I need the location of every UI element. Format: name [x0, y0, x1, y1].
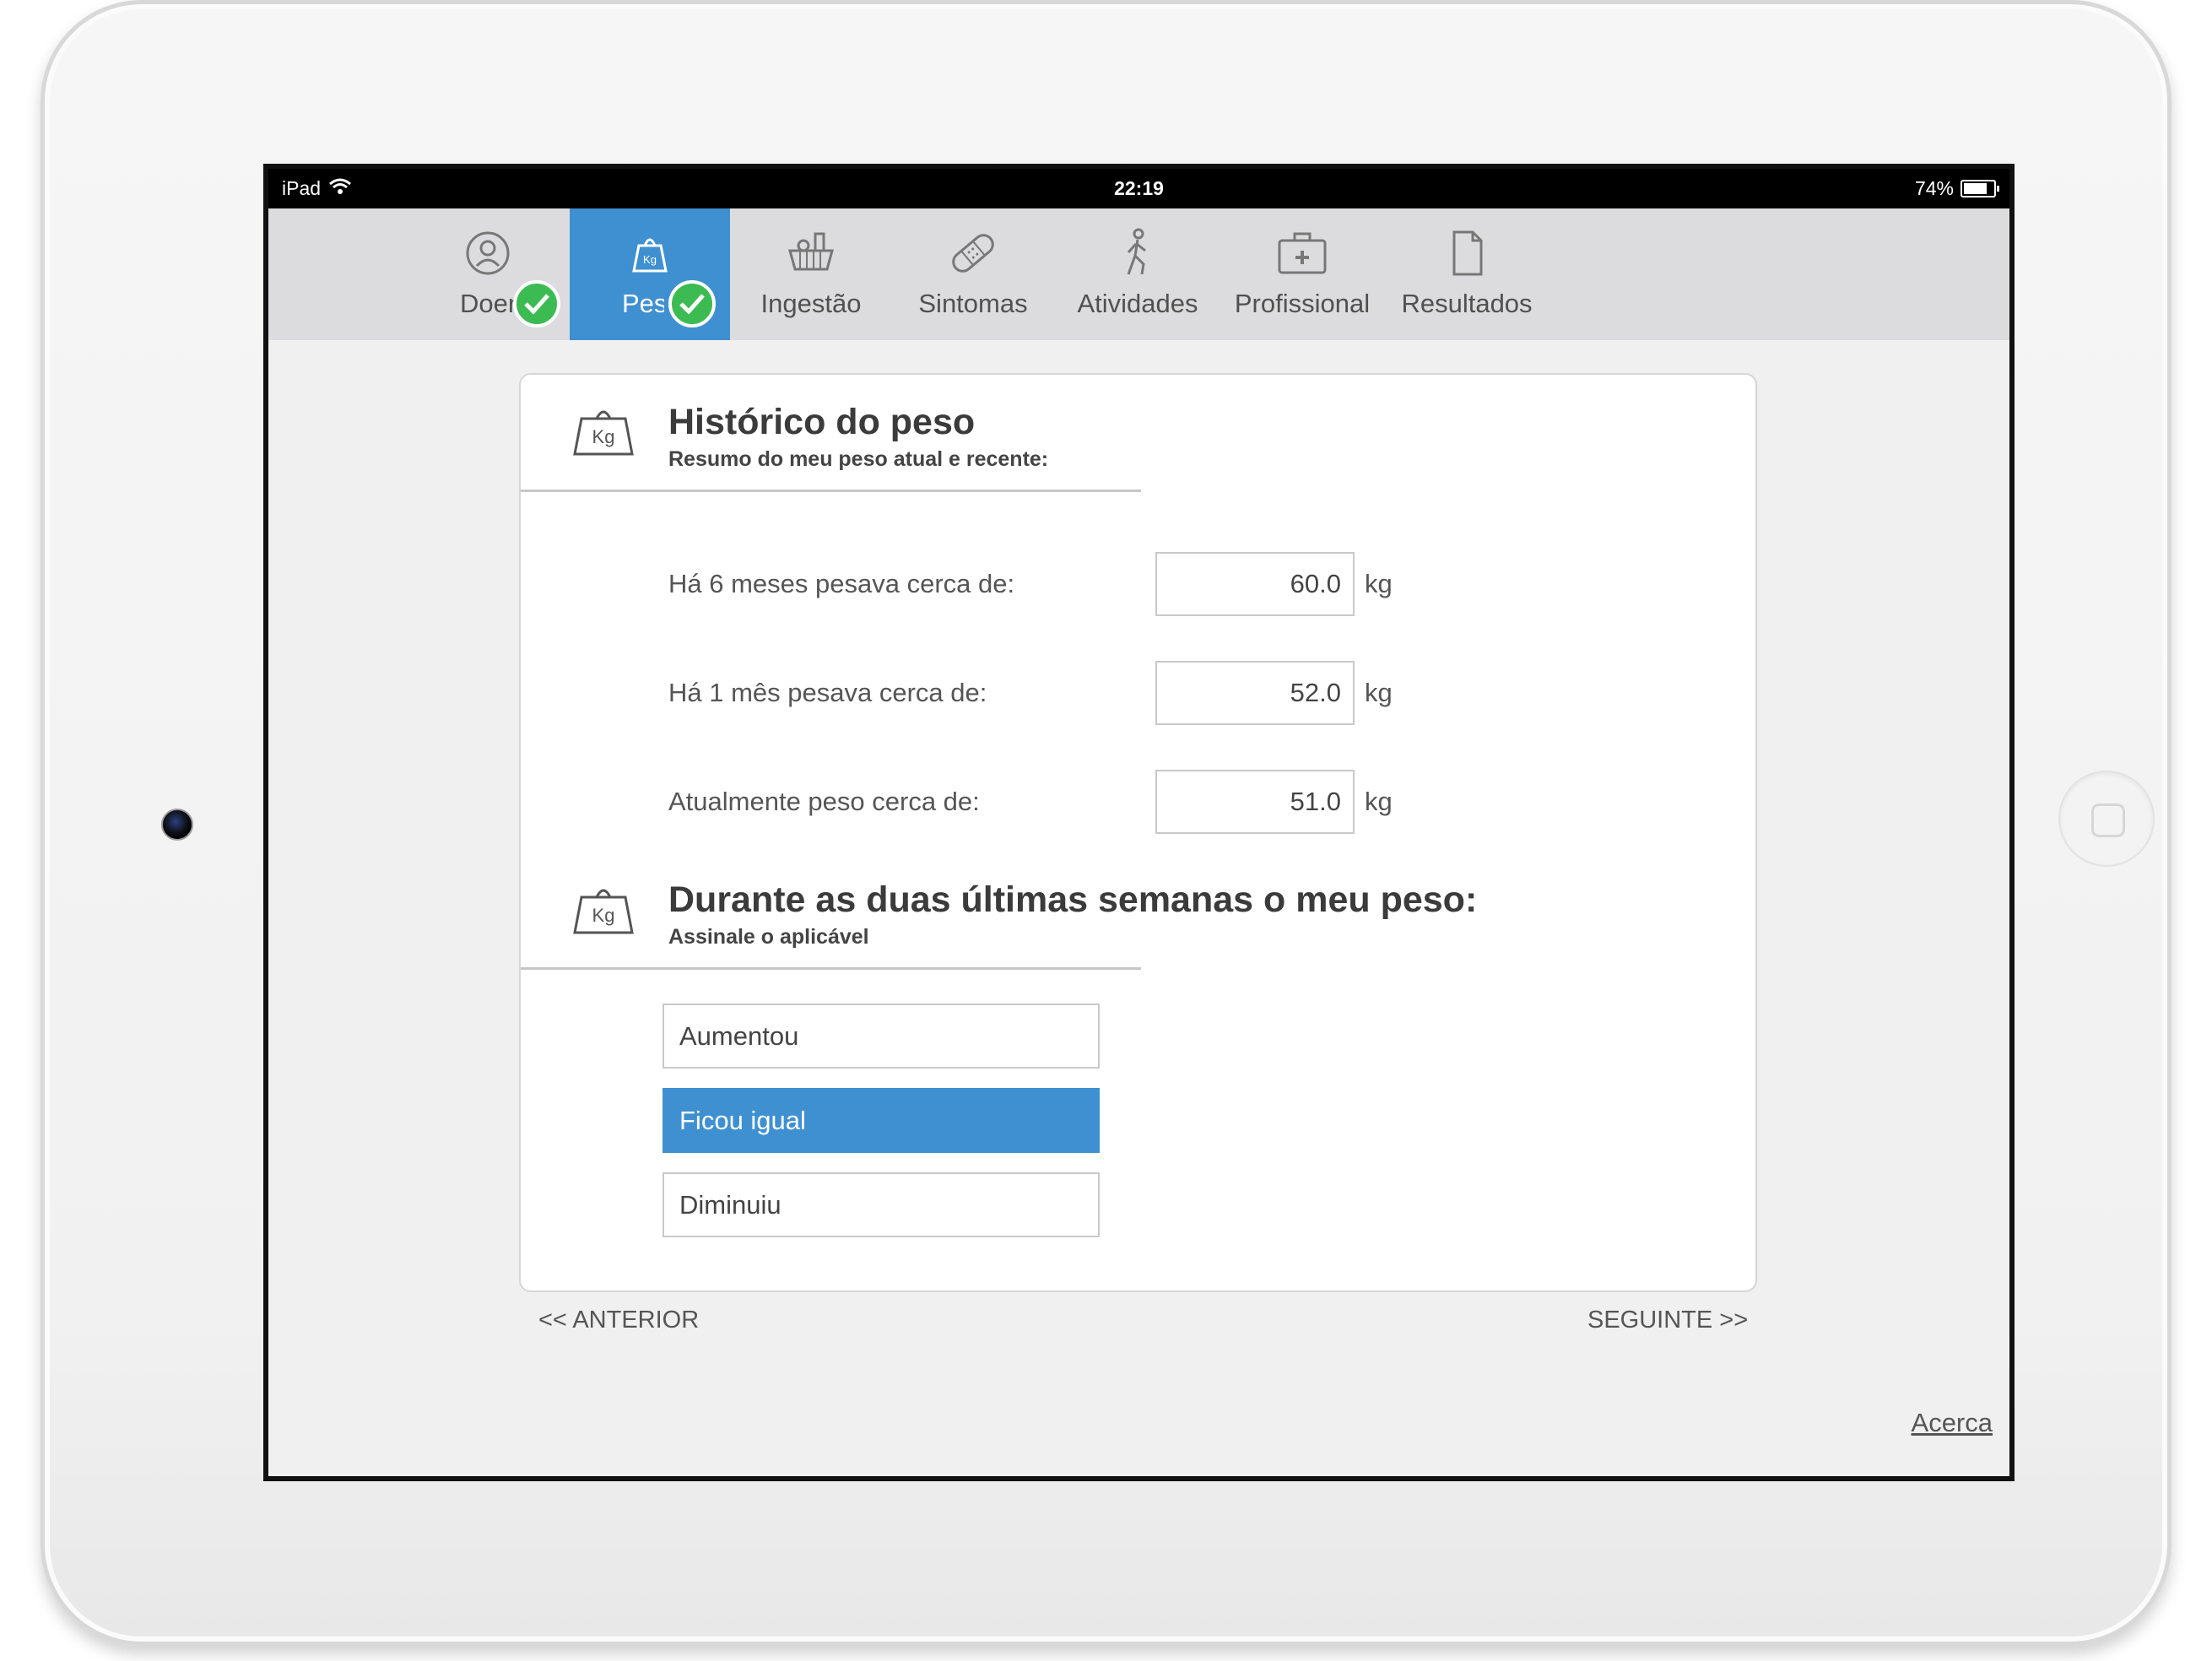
status-bar: iPad 22:19 74% [268, 169, 2009, 208]
tab-label: Ingestão [760, 289, 862, 318]
tab-resultados[interactable]: Resultados [1387, 208, 1547, 340]
tab-label: Profissional [1234, 289, 1371, 318]
weight-kg-icon: Kg [632, 238, 668, 273]
weight-card: Kg Histórico do peso Resumo do meu peso … [519, 373, 1757, 1292]
tab-ingestao[interactable]: Ingestão [731, 208, 891, 340]
section-subtitle-trend: Assinale o aplicável [668, 925, 869, 949]
home-button[interactable] [2058, 771, 2155, 867]
tab-label: Sintomas [918, 289, 1028, 318]
svg-text:Kg: Kg [592, 905, 615, 926]
svg-text:Kg: Kg [643, 253, 657, 266]
tab-atividades[interactable]: Atividades [1057, 208, 1218, 340]
weight-1-month-input[interactable]: 52.0 [1155, 661, 1355, 725]
unit-label: kg [1365, 569, 1393, 598]
tab-label: Atividades [1077, 289, 1198, 318]
divider [521, 490, 1141, 492]
option-aumentou[interactable]: Aumentou [663, 1004, 1100, 1069]
section-subtitle-history: Resumo do meu peso atual e recente: [668, 447, 1049, 471]
document-icon [1452, 230, 1483, 276]
weight-current-label: Atualmente peso cerca de: [668, 787, 980, 816]
svg-text:Kg: Kg [592, 426, 615, 447]
person-icon [466, 231, 510, 275]
weight-current-input[interactable]: 51.0 [1155, 770, 1355, 834]
camera-icon [161, 809, 193, 841]
battery-percent: 74% [1914, 177, 1954, 199]
screen: iPad 22:19 74% Doen Kg Peso Ingestão Sin… [263, 164, 2015, 1481]
battery-icon [1961, 180, 1999, 197]
divider [521, 967, 1141, 970]
previous-button[interactable]: << ANTERIOR [538, 1307, 699, 1334]
tab-sintomas[interactable]: Sintomas [893, 208, 1053, 340]
about-link[interactable]: Acerca [1912, 1408, 1993, 1438]
check-icon [513, 280, 560, 327]
section-title-trend: Durante as duas últimas semanas o meu pe… [668, 879, 1478, 920]
next-button[interactable]: SEGUINTE >> [1587, 1307, 1748, 1334]
walking-person-icon [1127, 228, 1146, 275]
bandage-icon [952, 234, 994, 273]
unit-label: kg [1365, 787, 1393, 816]
tab-doenca[interactable]: Doen [408, 208, 568, 340]
weight-kg-icon: Kg [573, 410, 634, 456]
weight-6-months-label: Há 6 meses pesava cerca de: [668, 569, 1015, 598]
unit-label: kg [1365, 678, 1393, 707]
check-icon [668, 280, 716, 327]
ipad-frame: iPad 22:19 74% Doen Kg Peso Ingestão Sin… [41, 0, 2171, 1646]
weight-1-month-label: Há 1 mês pesava cerca de: [668, 678, 987, 707]
tab-peso[interactable]: Kg Peso [570, 208, 730, 340]
tab-profissional[interactable]: Profissional [1222, 208, 1382, 340]
option-ficou-igual[interactable]: Ficou igual [663, 1088, 1100, 1153]
weight-kg-icon: Kg [573, 889, 634, 934]
tab-label: Resultados [1401, 289, 1533, 318]
section-title-history: Histórico do peso [668, 402, 976, 442]
weight-6-months-input[interactable]: 60.0 [1155, 552, 1355, 616]
food-basket-icon [788, 232, 834, 271]
medical-kit-icon [1278, 232, 1327, 274]
option-diminuiu[interactable]: Diminuiu [663, 1172, 1100, 1237]
tab-bar: Doen Kg Peso Ingestão Sintomas Atividade… [268, 208, 2009, 340]
status-time: 22:19 [1114, 177, 1164, 199]
